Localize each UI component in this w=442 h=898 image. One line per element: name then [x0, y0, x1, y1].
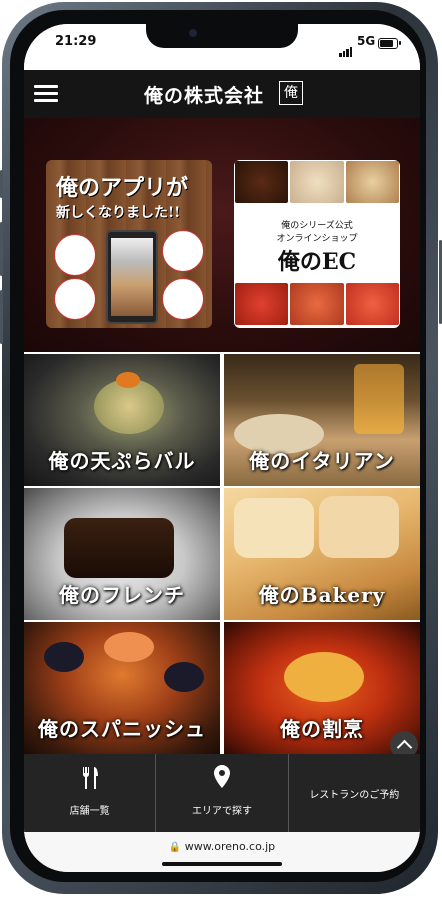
- bottom-nav-label: 店舗一覧: [69, 806, 110, 817]
- status-time: 21:29: [55, 34, 97, 49]
- app-banner-subtitle: 新しくなりました!!: [56, 205, 181, 221]
- bottom-nav-reservation[interactable]: レストランのご予約: [289, 754, 420, 832]
- bottom-nav: 店舗一覧 エリアで探す レストランのご予約: [24, 754, 420, 832]
- ec-photo-row-bottom: [234, 282, 400, 326]
- french-dish: [64, 518, 174, 578]
- browser-url-bar[interactable]: 🔒 www.oreno.co.jp: [24, 832, 420, 872]
- bottom-nav-store-list[interactable]: 店舗一覧: [24, 754, 157, 832]
- tile-label: 俺のスパニッシュ: [38, 717, 206, 741]
- bottom-nav-area-search[interactable]: エリアで探す: [156, 754, 289, 832]
- site-header: 俺の株式会社 俺: [24, 70, 420, 118]
- status-bar: 21:29 5G: [24, 24, 420, 70]
- map-pin-icon: [214, 765, 231, 788]
- volume-up-button: [0, 222, 3, 276]
- signal-icon: [339, 38, 353, 57]
- hamburger-menu-icon[interactable]: [34, 83, 58, 103]
- app-banner-title: 俺のアプリが: [56, 175, 189, 201]
- beer-glass: [354, 364, 404, 434]
- tile-bakery[interactable]: 俺のBakery: [224, 488, 420, 620]
- uni-topping: [284, 652, 364, 702]
- home-indicator: [162, 862, 282, 866]
- tile-italian[interactable]: 俺のイタリアン: [224, 354, 420, 486]
- promo-banner: 俺のアプリが 新しくなりました!! 俺のシリーズ公式 オンラインショップ 俺のE…: [24, 118, 420, 352]
- ec-photo-row-top: [234, 160, 400, 204]
- url-text: 🔒 www.oreno.co.jp: [24, 840, 420, 853]
- bread-loaf-left: [234, 498, 314, 558]
- site-logo[interactable]: 俺の株式会社: [144, 81, 264, 108]
- front-camera: [189, 29, 197, 37]
- mussel: [44, 642, 84, 672]
- mute-switch: [0, 170, 3, 198]
- tile-label: 俺のフレンチ: [59, 583, 185, 607]
- app-bubble-left-bottom: [54, 278, 96, 320]
- ec-banner-line1: 俺のシリーズ公式: [281, 221, 353, 231]
- volume-down-button: [0, 290, 3, 344]
- ec-banner[interactable]: 俺のシリーズ公式 オンラインショップ 俺のEC: [234, 160, 400, 328]
- tile-french[interactable]: 俺のフレンチ: [24, 488, 220, 620]
- ec-banner-line2: オンラインショップ: [276, 234, 358, 244]
- fork-knife-icon: [82, 767, 98, 789]
- url-label: www.oreno.co.jp: [184, 840, 276, 853]
- notch: [146, 24, 298, 48]
- app-banner[interactable]: 俺のアプリが 新しくなりました!!: [46, 160, 212, 328]
- screen: 21:29 5G 俺の株式会社 俺 俺のアプリが 新しくなりました!! 俺のシリ…: [24, 24, 420, 872]
- app-bubble-right-bottom: [162, 278, 204, 320]
- ec-banner-logo: 俺のEC: [277, 249, 357, 275]
- tile-spanish[interactable]: 俺のスパニッシュ: [24, 622, 220, 754]
- bottom-nav-label: エリアで探す: [191, 806, 252, 817]
- app-bubble-right-top: [162, 230, 204, 272]
- tile-label: 俺の天ぷらバル: [48, 449, 196, 473]
- tile-label: 俺のイタリアン: [249, 449, 395, 473]
- tile-kappo[interactable]: 俺の割烹: [224, 622, 420, 754]
- mussel: [164, 662, 204, 692]
- uni-topping: [116, 372, 140, 388]
- battery-tip: [399, 41, 401, 45]
- tile-label: 俺のBakery: [258, 583, 386, 607]
- tile-tempura-bar[interactable]: 俺の天ぷらバル: [24, 354, 220, 486]
- shrimp: [104, 632, 154, 662]
- bread-loaf-right: [319, 496, 399, 558]
- app-phone-illustration: [106, 230, 158, 324]
- bottom-nav-label: レストランのご予約: [309, 790, 400, 801]
- lock-icon: 🔒: [168, 842, 182, 853]
- app-bubble-left-top: [54, 234, 96, 276]
- battery-icon: [378, 38, 398, 49]
- network-label: 5G: [357, 34, 376, 48]
- logo-mark: 俺: [279, 81, 303, 105]
